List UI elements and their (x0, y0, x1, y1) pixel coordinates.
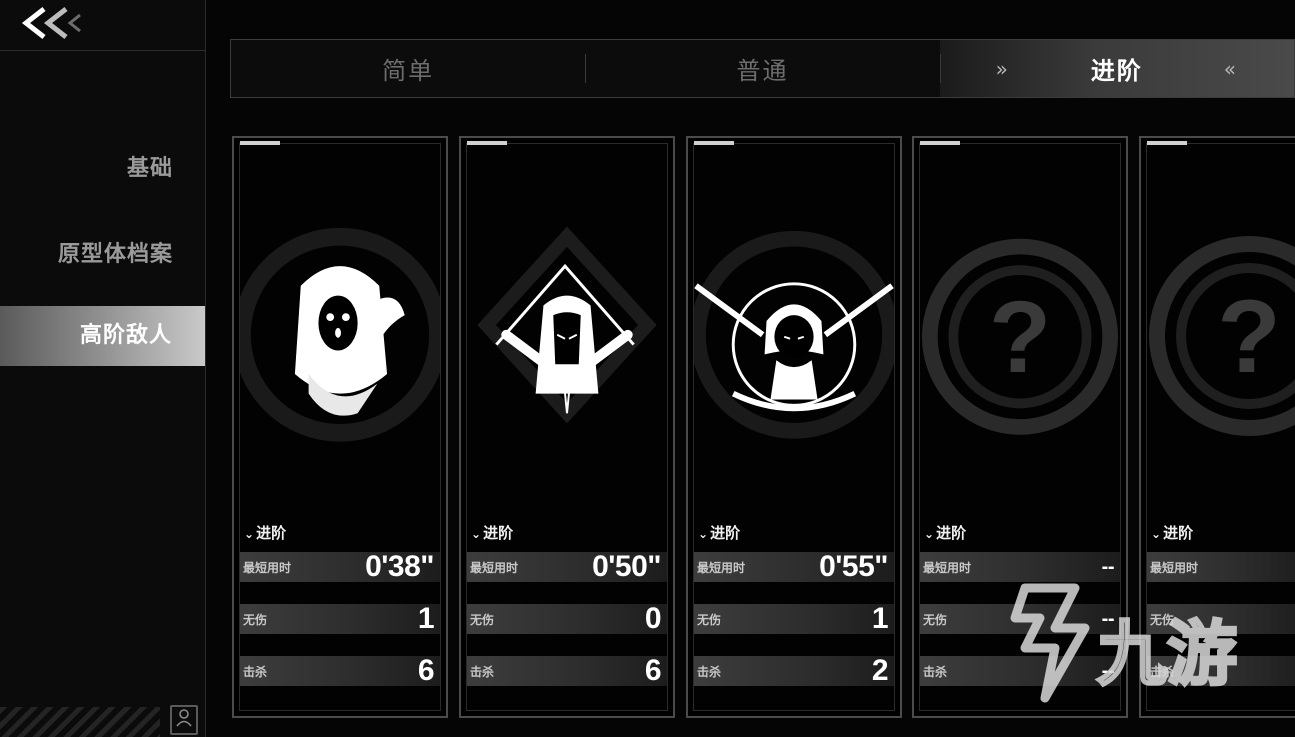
long-hair-girl-emblem (467, 224, 667, 524)
hooded-figure-emblem (240, 224, 440, 524)
difficulty-label: ⌄ 进阶 (924, 522, 966, 543)
tab-normal[interactable]: 普通 (585, 40, 939, 97)
divider (0, 50, 206, 51)
stat-value: -- (1101, 660, 1115, 682)
card-accent (467, 141, 507, 145)
chevron-left-icon: « (1223, 56, 1238, 81)
chevron-right-icon: » (995, 56, 1010, 81)
stat-no-damage: 无伤 1 (240, 604, 440, 634)
stat-value: 0'55" (819, 550, 888, 583)
svg-text:?: ? (989, 280, 1051, 394)
enemy-card-locked[interactable]: ? ⌄ 进阶 最短用时 无伤 击杀 (1139, 136, 1295, 718)
stat-best-time: 最短用时 0'38" (240, 552, 440, 582)
chevron-down-icon: ⌄ (1151, 527, 1162, 541)
card-accent (1147, 141, 1187, 145)
stat-label: 无伤 (697, 612, 722, 627)
card-accent (240, 141, 280, 145)
decorative-stripes (0, 707, 160, 737)
tab-advanced[interactable]: » 进阶 « (939, 40, 1294, 97)
card-frame: ⌄ 进阶 最短用时 0'38" 无伤 1 击杀 6 (239, 141, 441, 711)
card-frame: ? ⌄ 进阶 最短用时 无伤 击杀 (1146, 141, 1295, 711)
stat-label: 最短用时 (470, 560, 519, 575)
difficulty-label: ⌄ 进阶 (1151, 522, 1193, 543)
stat-label: 击杀 (923, 664, 948, 679)
difficulty-text: 进阶 (710, 524, 741, 542)
stat-value: 0'50" (592, 550, 661, 583)
enemy-card[interactable]: ⌄ 进阶 最短用时 0'55" 无伤 1 击杀 2 (686, 136, 902, 718)
difficulty-label: ⌄ 进阶 (471, 522, 513, 543)
stat-label: 最短用时 (697, 560, 746, 575)
stat-kills: 击杀 6 (240, 656, 440, 686)
stat-value: 0'38" (365, 550, 434, 583)
stat-value: 6 (644, 654, 662, 687)
card-frame: ? ⌄ 进阶 最短用时 -- 无伤 -- 击杀 -- (919, 141, 1121, 711)
chevron-down-icon: ⌄ (924, 527, 935, 541)
stat-best-time: 最短用时 0'50" (467, 552, 667, 582)
stat-value: 6 (417, 654, 435, 687)
stat-no-damage: 无伤 1 (694, 604, 894, 634)
chevron-down-icon: ⌄ (244, 527, 255, 541)
sidebar-item-elite-enemies[interactable]: 高阶敌人 (0, 306, 205, 366)
enemy-card[interactable]: ⌄ 进阶 最短用时 0'38" 无伤 1 击杀 6 (232, 136, 448, 718)
stat-kills: 击杀 (1147, 656, 1295, 686)
stat-value: 1 (417, 602, 435, 635)
difficulty-label: ⌄ 进阶 (698, 522, 740, 543)
stat-kills: 击杀 2 (694, 656, 894, 686)
question-mark-emblem: ? (920, 224, 1120, 524)
stat-label: 无伤 (923, 612, 948, 627)
stat-best-time: 最短用时 0'55" (694, 552, 894, 582)
stat-label: 击杀 (243, 664, 268, 679)
difficulty-label: ⌄ 进阶 (244, 522, 286, 543)
tab-label: 简单 (382, 57, 435, 85)
back-button[interactable] (14, 0, 104, 46)
stat-label: 击杀 (697, 664, 722, 679)
card-frame: ⌄ 进阶 最短用时 0'50" 无伤 0 击杀 6 (466, 141, 668, 711)
stat-label: 最短用时 (1150, 560, 1199, 575)
difficulty-text: 进阶 (936, 524, 967, 542)
svg-text:?: ? (1217, 279, 1281, 395)
tab-label: 进阶 (1090, 57, 1143, 85)
sidebar: 基础 原型体档案 高阶敌人 (0, 0, 206, 737)
stat-no-damage: 无伤 (1147, 604, 1295, 634)
sidebar-item-prototype-archive[interactable]: 原型体档案 (58, 236, 173, 268)
sidebar-item-basics[interactable]: 基础 (127, 150, 173, 182)
double-chevron-left-icon (14, 3, 84, 43)
stat-kills: 击杀 -- (920, 656, 1120, 686)
stat-value: 0 (644, 602, 662, 635)
enemy-card[interactable]: ⌄ 进阶 最短用时 0'50" 无伤 0 击杀 6 (459, 136, 675, 718)
stat-value: 2 (871, 654, 889, 687)
card-accent (694, 141, 734, 145)
stat-best-time: 最短用时 (1147, 552, 1295, 582)
stat-value: -- (1101, 556, 1115, 578)
twin-swords-girl-emblem (694, 224, 894, 524)
stat-label: 无伤 (470, 612, 495, 627)
profile-button[interactable] (170, 705, 198, 735)
enemy-card-locked[interactable]: ? ⌄ 进阶 最短用时 -- 无伤 -- 击杀 -- (912, 136, 1128, 718)
card-frame: ⌄ 进阶 最短用时 0'55" 无伤 1 击杀 2 (693, 141, 895, 711)
stat-value: 1 (871, 602, 889, 635)
question-mark-emblem: ? (1147, 224, 1295, 524)
card-accent (920, 141, 960, 145)
stat-label: 击杀 (1150, 664, 1175, 679)
stat-best-time: 最短用时 -- (920, 552, 1120, 582)
stat-label: 最短用时 (923, 560, 972, 575)
stat-value: -- (1101, 608, 1115, 630)
stat-no-damage: 无伤 -- (920, 604, 1120, 634)
id-card-icon (175, 707, 193, 733)
difficulty-text: 进阶 (1163, 524, 1194, 542)
difficulty-text: 进阶 (483, 524, 514, 542)
stat-label: 无伤 (243, 612, 268, 627)
stat-kills: 击杀 6 (467, 656, 667, 686)
stat-no-damage: 无伤 0 (467, 604, 667, 634)
chevron-down-icon: ⌄ (698, 527, 709, 541)
stat-label: 无伤 (1150, 612, 1175, 627)
difficulty-tabs: 简单 普通 » 进阶 « (230, 39, 1295, 98)
stat-label: 最短用时 (243, 560, 292, 575)
difficulty-text: 进阶 (256, 524, 287, 542)
tab-easy[interactable]: 简单 (231, 40, 585, 97)
tab-label: 普通 (736, 57, 789, 85)
chevron-down-icon: ⌄ (471, 527, 482, 541)
stat-label: 击杀 (470, 664, 495, 679)
